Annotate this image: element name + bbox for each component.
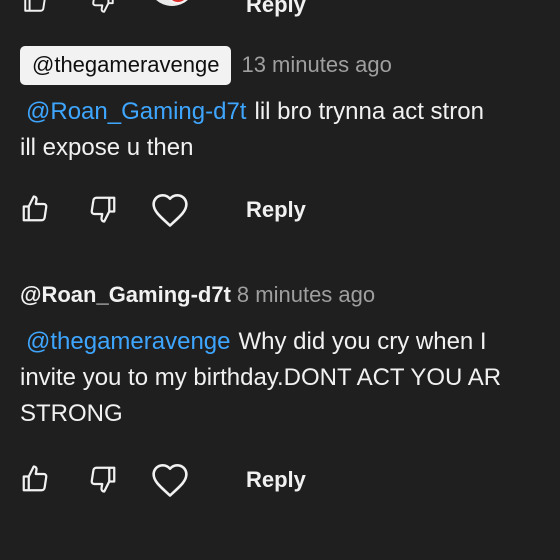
comment: @thegameravenge 13 minutes ago @Roan_Gam… xyxy=(0,44,560,234)
heart-icon[interactable] xyxy=(150,192,190,228)
comment-header: @thegameravenge 13 minutes ago xyxy=(0,44,560,86)
mention-link[interactable]: @Roan_Gaming-d7t xyxy=(26,98,246,125)
comment-text: @Roan_Gaming-d7t lil bro trynna act stron… xyxy=(0,94,560,166)
previous-comment-actions: Reply xyxy=(0,0,560,19)
comment-author[interactable]: @Roan_Gaming-d7t xyxy=(20,282,231,308)
comment-timestamp[interactable]: 13 minutes ago xyxy=(241,52,391,78)
comment-line: invite you to my birthday.DONT ACT YOU A… xyxy=(20,364,502,391)
thumb-down-icon[interactable] xyxy=(88,194,118,224)
comment-text: @thegameravenge Why did you cry when I in… xyxy=(0,324,560,432)
heart-icon[interactable] xyxy=(150,462,190,498)
comment-line-text: lil bro trynna act stron xyxy=(254,98,484,125)
heart-badge-icon xyxy=(166,0,190,4)
comment-author-highlighted[interactable]: @thegameravenge xyxy=(20,45,232,85)
comment-actions: Reply xyxy=(0,190,560,234)
thumb-up-icon[interactable] xyxy=(20,0,50,19)
thumb-down-icon[interactable] xyxy=(88,464,118,494)
comment-line: @Roan_Gaming-d7t lil bro trynna act stron xyxy=(20,94,560,130)
thumb-up-icon[interactable] xyxy=(20,464,50,494)
thumb-down-icon[interactable] xyxy=(88,0,118,19)
reply-button[interactable]: Reply xyxy=(246,0,306,18)
reply-button[interactable]: Reply xyxy=(246,192,306,228)
creator-avatar xyxy=(148,0,196,6)
comment-timestamp[interactable]: 8 minutes ago xyxy=(237,282,375,308)
comment-line: ill expose u then xyxy=(20,134,194,161)
comment-line-text: Why did you cry when I xyxy=(238,328,487,355)
comment: @Roan_Gaming-d7t 8 minutes ago @thegamer… xyxy=(0,274,560,504)
comment-line: @thegameravenge Why did you cry when I xyxy=(20,324,560,360)
comment-actions: Reply xyxy=(0,460,560,504)
thumb-up-icon[interactable] xyxy=(20,194,50,224)
reply-button[interactable]: Reply xyxy=(246,462,306,498)
comment-line: STRONG xyxy=(20,400,123,427)
mention-link[interactable]: @thegameravenge xyxy=(26,328,231,355)
comment-header: @Roan_Gaming-d7t 8 minutes ago xyxy=(0,274,560,316)
